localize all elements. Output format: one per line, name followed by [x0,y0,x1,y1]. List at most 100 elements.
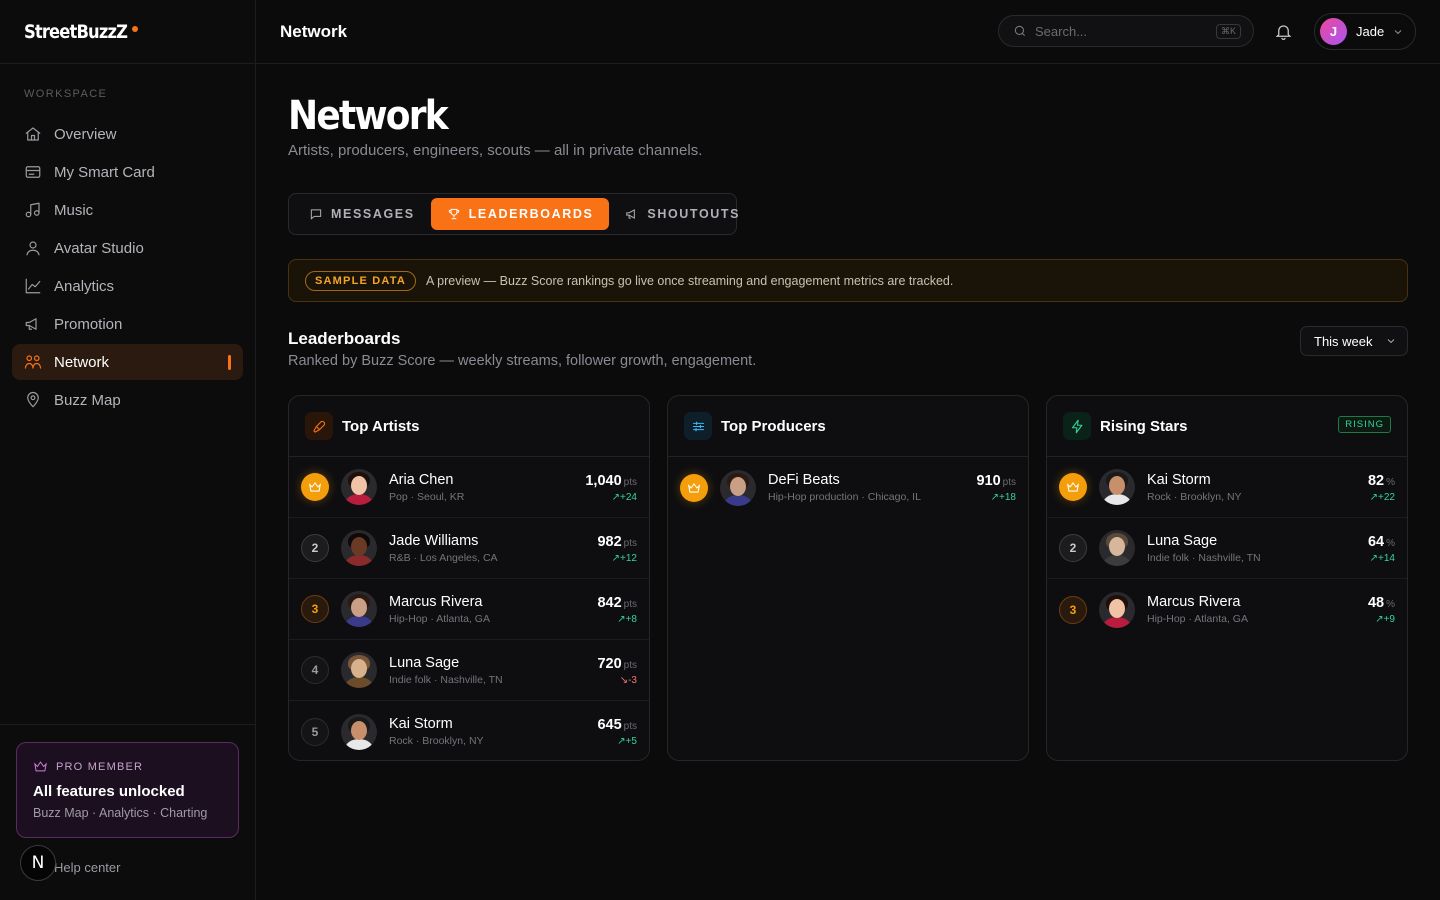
person-info: Aria Chen Pop · Seoul, KR [389,472,585,503]
pro-member-card[interactable]: PRO MEMBER All features unlocked Buzz Ma… [16,742,239,838]
tab-messages[interactable]: MESSAGES [293,198,431,230]
sidebar-item-music[interactable]: Music [12,192,243,228]
person-name: Luna Sage [389,654,460,671]
score-delta: ↗+5 [597,736,637,747]
crown-icon [34,761,47,772]
person-name: Marcus Rivera [389,593,483,610]
tab-shoutouts[interactable]: SHOUTOUTS [609,198,756,230]
message-icon [310,209,322,220]
leaderboards-section: Leaderboards Ranked by Buzz Score — week… [288,326,1408,389]
rank-badge: 2 [301,534,329,562]
sidebar-item-avatar-studio[interactable]: Avatar Studio [12,230,243,266]
sample-data-notice: SAMPLE DATA A preview — Buzz Score ranki… [288,259,1408,302]
score-delta: ↗+9 [1368,614,1395,625]
score: 1,040 pts ↗+24 [585,472,637,503]
trend-up-icon: ↗ [611,491,621,503]
delta-value: -3 [628,674,637,686]
page-title: Network [288,93,449,139]
avatar [341,652,377,688]
delta-value: +22 [1378,491,1395,503]
sidebar-item-label: Analytics [54,277,115,295]
score: 982 pts ↗+12 [597,533,637,564]
score: 645 pts ↗+5 [597,716,637,747]
person-info: DeFi Beats Hip-Hop production · Chicago,… [768,472,976,503]
search-shortcut: ⌘K [1215,24,1241,39]
person-info: Jade Williams R&B · Los Angeles, CA [389,533,597,564]
rank-badge: 5 [301,717,329,746]
main: Network Search... ⌘K J Jade Network Arti… [256,0,1440,900]
leaderboard-row[interactable]: 2 Luna Sage Indie folk · Nashville, TN 6… [1047,518,1407,579]
person-meta: Hip-Hop · Atlanta, GA [389,612,490,625]
person-name: DeFi Beats [768,472,840,488]
leaderboard-row[interactable]: 2 Jade Williams R&B · Los Angeles, CA 98… [289,518,649,579]
n-badge[interactable]: N [20,845,56,881]
board-header: Top Artists [289,396,649,457]
pro-title: All features unlocked [33,783,185,800]
rank-badge: 4 [301,656,329,684]
notifications-button[interactable] [1274,22,1294,42]
score-value: 1,040 [585,472,622,489]
leaderboard-row[interactable]: Aria Chen Pop · Seoul, KR 1,040 pts ↗+24 [289,457,649,518]
score: 48% ↗+9 [1368,594,1395,625]
mic-icon [305,412,333,440]
tab-label: SHOUTOUTS [647,207,741,221]
person-name: Kai Storm [1147,471,1211,488]
sidebar-item-smart-card[interactable]: My Smart Card [12,154,243,190]
board-rising-stars: Rising Stars RISING Kai Storm Rock · Bro… [1046,395,1408,761]
active-marker [228,355,231,370]
delta-value: +9 [1383,614,1395,625]
person-meta: Rock · Brooklyn, NY [1147,490,1242,503]
rank-badge [1059,473,1087,501]
score-unit: % [1386,476,1395,488]
rank-number: 4 [311,663,319,677]
sidebar-item-analytics[interactable]: Analytics [12,268,243,304]
leaderboard-row[interactable]: 4 Luna Sage Indie folk · Nashville, TN 7… [289,640,649,701]
leaderboard-row[interactable]: 3 Marcus Rivera Hip-Hop · Atlanta, GA 84… [289,579,649,640]
sidebar: StreetBuzzZ WORKSPACE Overview My Smart … [0,0,256,900]
brand-logo: StreetBuzzZ [24,20,128,43]
search-input[interactable]: Search... ⌘K [998,15,1254,47]
sidebar-item-network[interactable]: Network [12,344,243,380]
trend-up-icon: ↗ [990,492,1000,503]
tab-leaderboards[interactable]: LEADERBOARDS [430,198,610,230]
score-value: 645 [597,717,622,733]
board-title: Top Artists [342,417,420,435]
leaderboard-row[interactable]: 5 Kai Storm Rock · Brooklyn, NY 645 pts ↗… [289,701,649,760]
user-menu-button[interactable]: J Jade [1314,13,1416,50]
avatar [341,713,377,750]
chevron-down-icon [1387,339,1394,344]
leaderboard-row[interactable]: Kai Storm Rock · Brooklyn, NY 82% ↗+22 [1047,457,1407,518]
rank-badge: 2 [1059,534,1087,562]
trend-up-icon: ↗ [611,552,621,564]
chevron-down-icon [1394,29,1402,34]
brand[interactable]: StreetBuzzZ [0,0,255,64]
search-placeholder: Search... [1035,23,1088,39]
score-value: 720 [597,655,622,672]
tab-label: LEADERBOARDS [468,207,594,221]
score-unit: pts [623,659,637,671]
help-center-link[interactable]: Help center [54,860,120,875]
user-name: Jade [1356,24,1385,39]
leaderboard-row[interactable]: DeFi Beats Hip-Hop production · Chicago,… [668,457,1028,518]
person-info: Marcus Rivera Hip-Hop · Atlanta, GA [389,594,597,625]
rank-number: 5 [311,724,319,739]
delta-value: +24 [620,491,637,503]
sidebar-item-overview[interactable]: Overview [12,116,243,152]
rank-badge [301,473,329,501]
score-value: 842 [597,594,622,611]
leaderboard-row[interactable]: 3 Marcus Rivera Hip-Hop · Atlanta, GA 48… [1047,579,1407,640]
card-icon [25,166,41,178]
delta-value: +12 [620,552,637,564]
sidebar-item-buzz-map[interactable]: Buzz Map [12,382,243,418]
trend-down-icon: ↘ [619,674,629,686]
board-rows: DeFi Beats Hip-Hop production · Chicago,… [668,457,1028,518]
sidebar-item-promotion[interactable]: Promotion [12,306,243,342]
period-select[interactable]: This week [1300,326,1408,356]
rising-tag: RISING [1338,416,1391,433]
board-title: Top Producers [721,417,826,435]
period-value: This week [1314,333,1373,349]
rank-number: 2 [1069,541,1077,555]
rank-badge: 3 [301,595,329,623]
avatar [720,469,756,506]
score-value: 910 [976,473,1001,489]
